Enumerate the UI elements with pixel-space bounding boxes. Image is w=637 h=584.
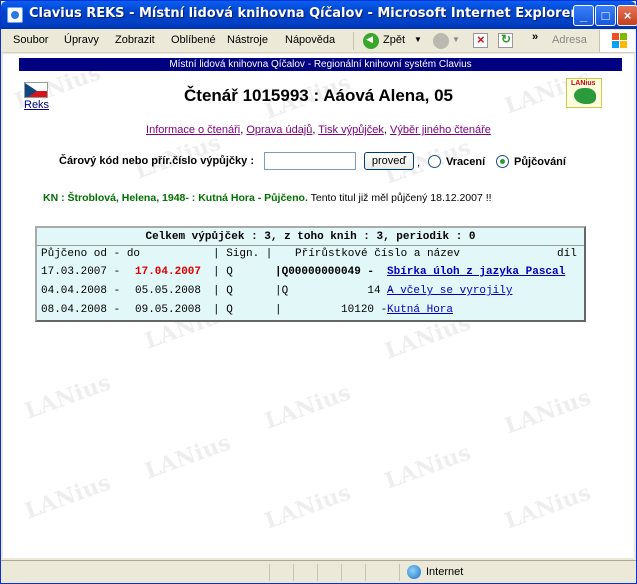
header-sig: | Sign. | xyxy=(213,248,273,260)
loan-acc: |Q 14 - xyxy=(275,285,394,297)
back-dropdown-icon[interactable]: ▼ xyxy=(414,35,422,44)
menu-bar: Soubor Úpravy Zobrazit Oblíbené Nástroje… xyxy=(1,29,636,53)
back-arrow-icon[interactable] xyxy=(363,33,379,49)
menu-upravy[interactable]: Úpravy xyxy=(64,34,99,46)
loan-title-link[interactable]: A včely se vyrojily xyxy=(387,285,512,297)
window-title: Clavius REKS - Místní lidová knihovna Qí… xyxy=(29,6,577,21)
radio-lend[interactable] xyxy=(496,155,509,168)
lanius-logo-icon: LANius xyxy=(566,78,602,108)
table-header: Půjčeno od - do | Sign. | Přírůstkové čí… xyxy=(41,248,586,264)
loan-sig: | Q xyxy=(213,285,233,297)
radio-return-label[interactable]: Vracení xyxy=(446,156,485,168)
loan-acc: |Q00000000049 - xyxy=(275,266,375,278)
loan-to: 05.05.2008 xyxy=(135,285,202,297)
link-reader-info[interactable]: Informace o čtenáři xyxy=(146,124,240,136)
loan-to-overdue: 17.04.2007 xyxy=(135,266,202,278)
separator-comma: , xyxy=(417,157,421,169)
loans-table: Celkem výpůjček : 3, z toho knih : 3, pe… xyxy=(35,226,586,322)
watermark: LANius xyxy=(501,384,595,440)
header-lent: Půjčeno od - do xyxy=(41,248,141,260)
address-label: Adresa xyxy=(552,34,587,46)
header-part: díl xyxy=(557,248,577,260)
app-icon xyxy=(7,7,23,23)
refresh-icon[interactable] xyxy=(498,32,513,48)
menu-zobrazit[interactable]: Zobrazit xyxy=(115,34,155,46)
header-acc: Přírůstkové číslo a název xyxy=(295,248,461,260)
toolbar-separator xyxy=(353,32,354,50)
browser-window: Clavius REKS - Místní lidová knihovna Qí… xyxy=(0,0,637,584)
status-segment xyxy=(365,564,366,581)
summary-divider xyxy=(37,245,584,246)
link-select-reader[interactable]: Výběr jiného čtenáře xyxy=(390,124,491,136)
close-button[interactable]: × xyxy=(617,5,637,26)
message-note: Tento titul již měl půjčený 18.12.2007 !… xyxy=(310,192,492,204)
watermark: LANius xyxy=(141,429,235,485)
status-bar: Internet xyxy=(1,560,636,583)
stop-icon[interactable] xyxy=(473,32,488,48)
loan-title-link[interactable]: Kutná Hora xyxy=(387,304,453,316)
loans-summary: Celkem výpůjček : 3, z toho knih : 3, pe… xyxy=(145,231,476,243)
menu-soubor[interactable]: Soubor xyxy=(13,34,48,46)
toolbar-chevron-icon[interactable]: » xyxy=(532,31,538,43)
page-content: LANius LANius LANius LANius LANius LANiu… xyxy=(3,54,634,558)
watermark: LANius xyxy=(261,479,355,535)
loan-sig: | Q xyxy=(213,304,233,316)
minimize-button[interactable]: _ xyxy=(573,5,594,26)
windows-logo-icon xyxy=(599,30,635,52)
submit-button[interactable]: proveď xyxy=(364,152,414,170)
menu-napoveda[interactable]: Nápověda xyxy=(285,34,335,46)
link-print-loans[interactable]: Tisk výpůjček xyxy=(318,124,384,136)
table-row: 04.04.2008 - 05.05.2008 | Q |Q 14 - A vč… xyxy=(41,285,586,301)
library-banner: Místní lidová knihovna Qíčalov - Regioná… xyxy=(19,58,622,71)
loan-from: 04.04.2008 - xyxy=(41,285,121,297)
globe-icon xyxy=(407,565,421,579)
bird-icon xyxy=(574,88,596,104)
page-title: Čtenář 1015993 : Aáová Alena, 05 xyxy=(184,86,453,105)
loan-acc: | 10120 - xyxy=(275,304,388,316)
logo-text: LANius xyxy=(571,80,596,87)
watermark: LANius xyxy=(261,379,355,435)
status-message: KN : Štroblová, Helena, 1948- : Kutná Ho… xyxy=(43,192,492,204)
status-segment xyxy=(293,564,294,581)
zone-label: Internet xyxy=(426,566,464,578)
forward-arrow-icon[interactable] xyxy=(433,33,449,49)
watermark: LANius xyxy=(501,479,595,535)
forward-dropdown-icon[interactable]: ▼ xyxy=(452,35,460,44)
loan-sig: | Q xyxy=(213,266,233,278)
reader-links: Informace o čtenáři, Oprava údajů, Tisk … xyxy=(146,124,491,136)
status-segment xyxy=(317,564,318,581)
loan-from: 08.04.2008 - xyxy=(41,304,121,316)
loan-to: 09.05.2008 xyxy=(135,304,202,316)
barcode-label: Čárový kód nebo přír.číslo výpůjčky : xyxy=(59,155,255,167)
watermark: LANius xyxy=(381,439,475,495)
menu-nastroje[interactable]: Nástroje xyxy=(227,34,268,46)
loan-from: 17.03.2007 - xyxy=(41,266,121,278)
status-segment xyxy=(341,564,342,581)
status-segment xyxy=(269,564,270,581)
table-row: 08.04.2008 - 09.05.2008 | Q | 10120 - Ku… xyxy=(41,304,586,320)
radio-lend-label[interactable]: Půjčování xyxy=(514,156,566,168)
message-kn: KN : Štroblová, Helena, 1948- : Kutná Ho… xyxy=(43,192,308,204)
loan-title-link[interactable]: Sbírka úloh z jazyka Pascal xyxy=(387,266,565,278)
status-segment xyxy=(399,564,400,581)
link-edit-data[interactable]: Oprava údajů xyxy=(246,124,312,136)
maximize-button[interactable]: □ xyxy=(595,5,616,26)
table-row: 17.03.2007 - 17.04.2007 | Q |Q0000000004… xyxy=(41,266,586,282)
radio-return[interactable] xyxy=(428,155,441,168)
back-button[interactable]: Zpět xyxy=(383,34,405,46)
title-bar: Clavius REKS - Místní lidová knihovna Qí… xyxy=(1,1,637,29)
watermark: LANius xyxy=(21,469,115,525)
menu-oblibene[interactable]: Oblíbené xyxy=(171,34,216,46)
barcode-input[interactable] xyxy=(264,152,356,170)
